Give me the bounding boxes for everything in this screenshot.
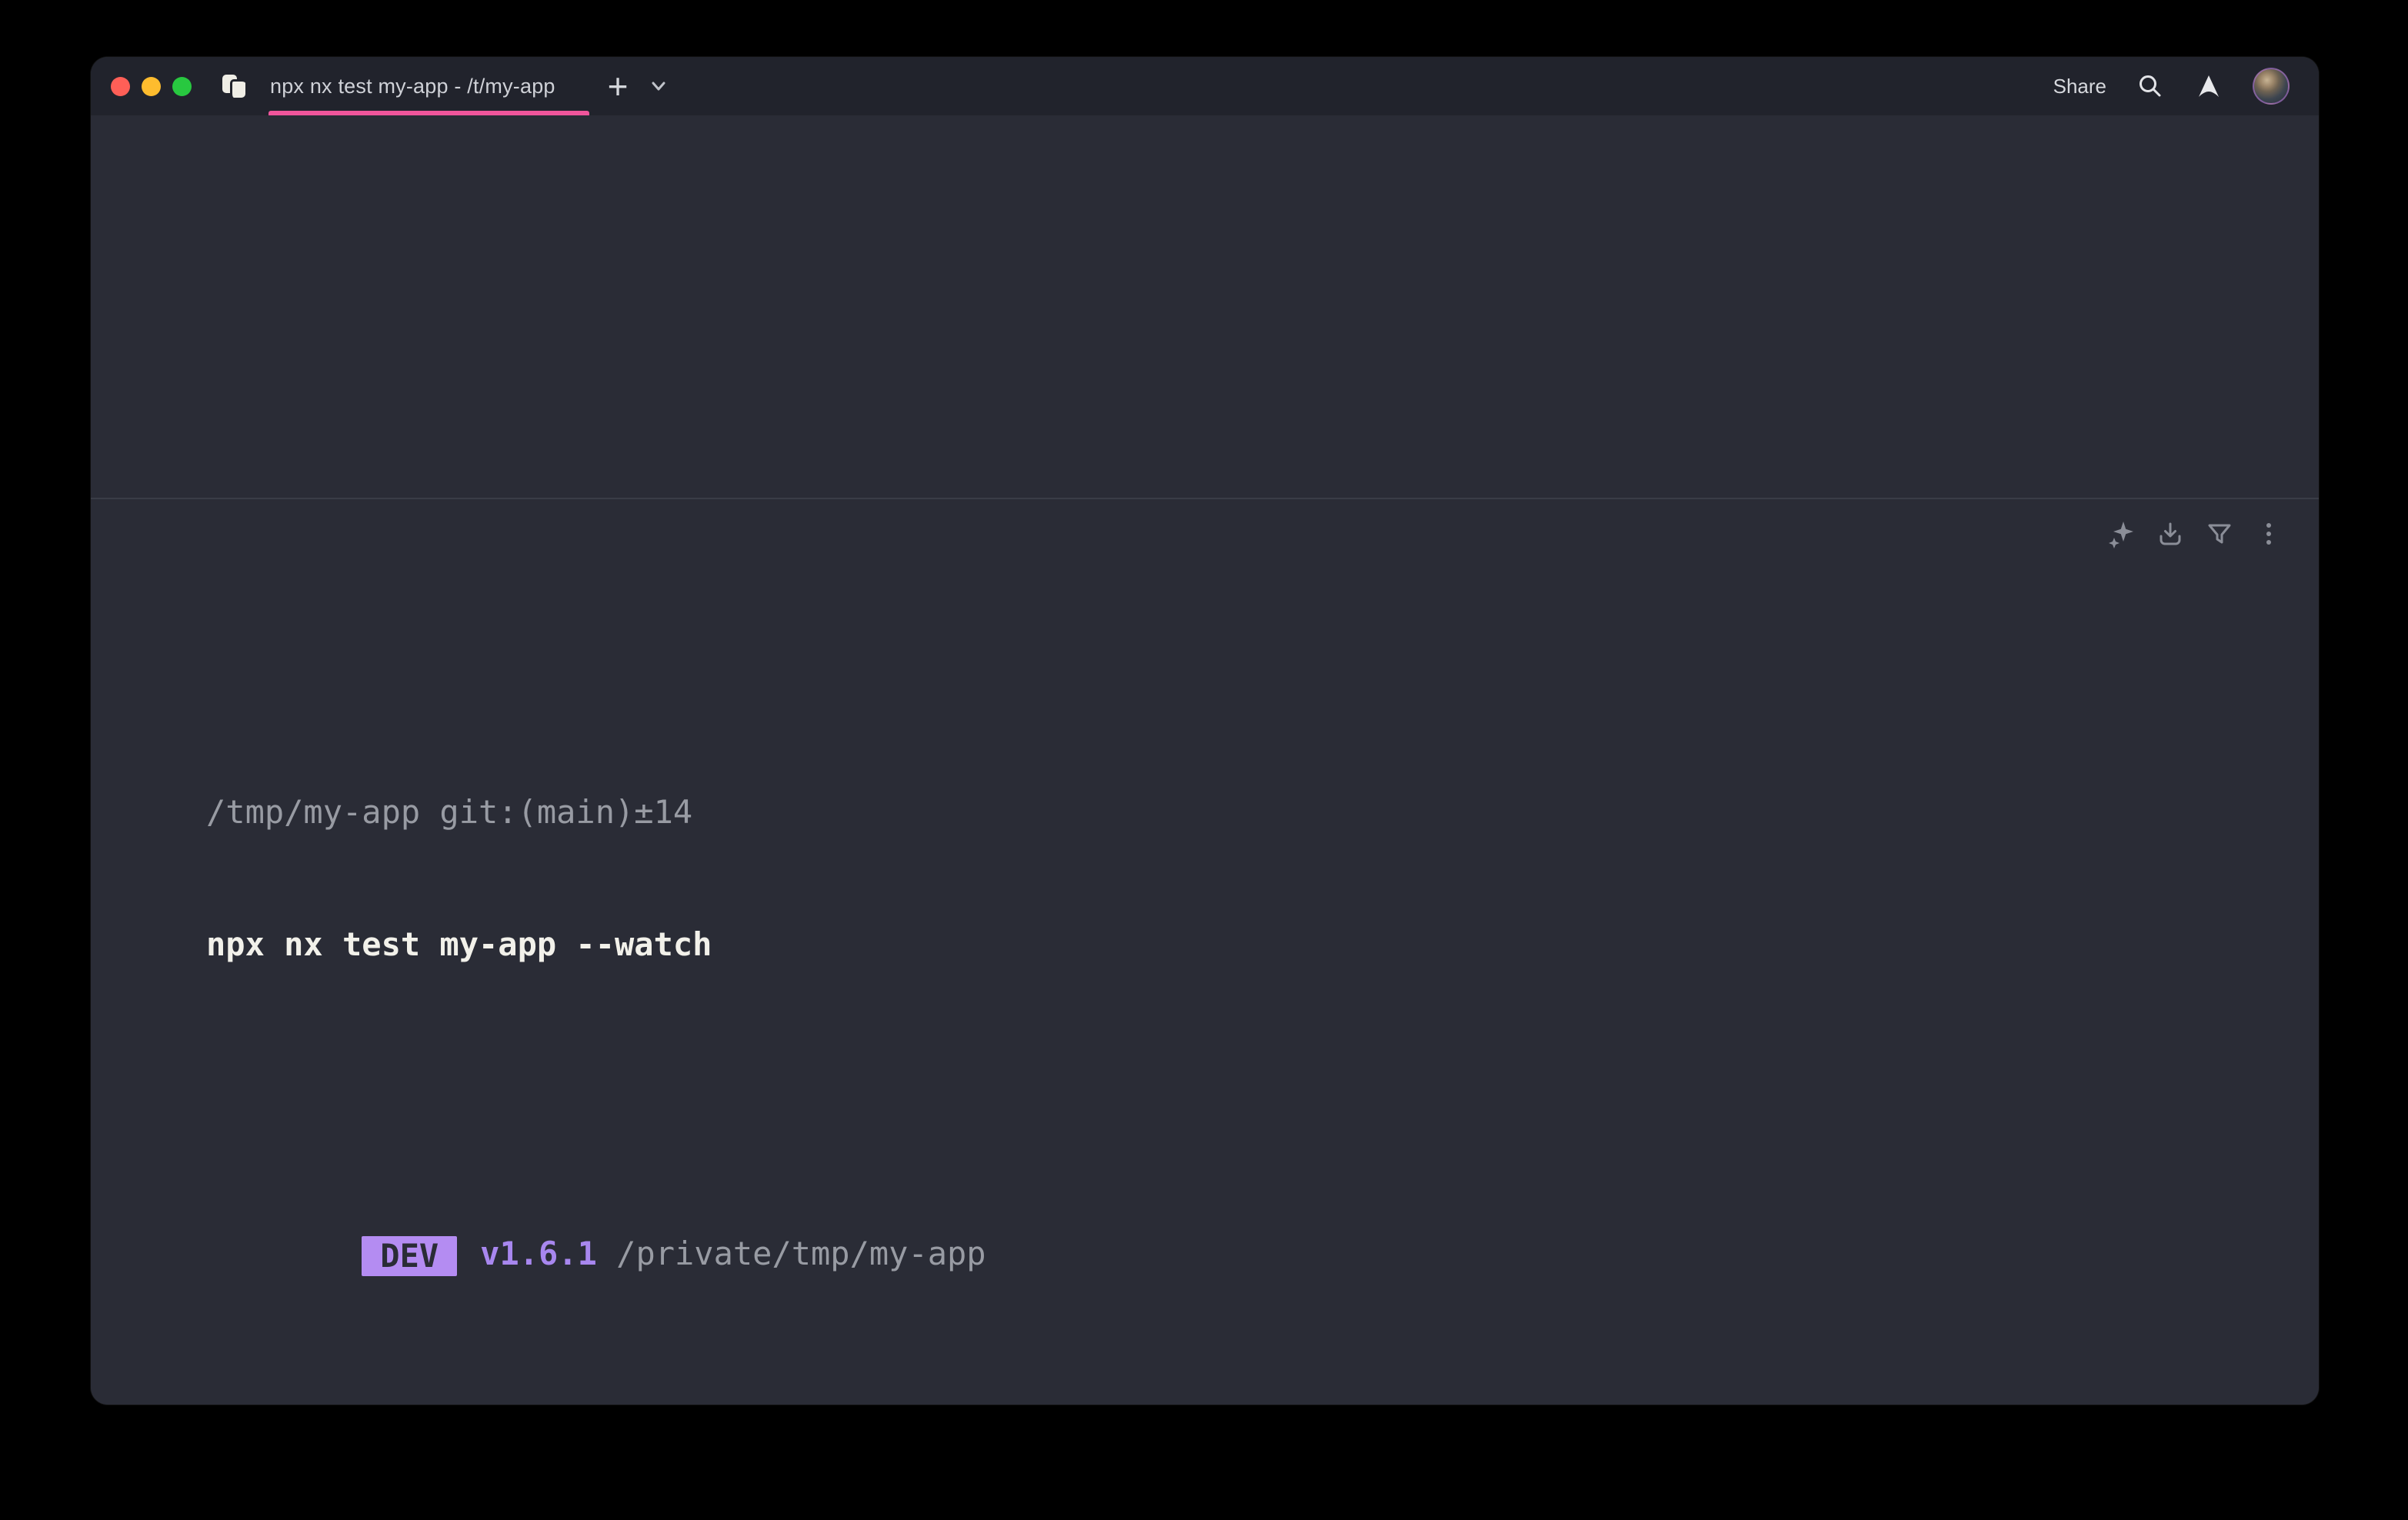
search-icon[interactable] <box>2136 72 2165 101</box>
close-window-button[interactable] <box>111 77 130 96</box>
tab-active[interactable]: npx nx test my-app - /t/my-app <box>222 57 577 115</box>
more-options-kebab-icon[interactable] <box>2254 519 2283 548</box>
scrollback-empty-area <box>91 115 2319 498</box>
command-block: /tmp/my-app git:(main)±14 npx nx test my… <box>91 499 2319 1405</box>
traffic-lights <box>111 77 192 96</box>
vitest-cwd: /private/tmp/my-app <box>597 1235 986 1272</box>
vitest-header-line: DEV v1.6.1 /private/tmp/my-app <box>206 1192 2288 1318</box>
warp-logo-icon[interactable] <box>2194 72 2223 101</box>
dev-badge: DEV <box>362 1236 457 1276</box>
block-action-bar <box>2106 519 2283 548</box>
shell-prompt: /tmp/my-app git:(main)±14 <box>206 792 2288 833</box>
tab-bar: npx nx test my-app - /t/my-app + Share <box>91 57 2319 115</box>
ai-sparkles-icon[interactable] <box>2106 519 2136 548</box>
terminal-content: /tmp/my-app git:(main)±14 npx nx test my… <box>91 115 2319 1405</box>
user-avatar[interactable] <box>2253 68 2290 105</box>
command-text: npx nx test my-app --watch <box>206 924 2288 965</box>
terminal-window: npx nx test my-app - /t/my-app + Share <box>91 57 2319 1405</box>
filter-output-icon[interactable] <box>2205 519 2234 548</box>
vitest-version: v1.6.1 <box>480 1235 597 1272</box>
share-button[interactable]: Share <box>2053 75 2106 98</box>
zoom-window-button[interactable] <box>172 77 192 96</box>
tab-list-chevron-down-icon[interactable] <box>647 75 670 98</box>
download-output-icon[interactable] <box>2156 519 2185 548</box>
minimize-window-button[interactable] <box>142 77 161 96</box>
pages-icon <box>222 73 248 99</box>
new-tab-button[interactable]: + <box>608 68 629 104</box>
tab-title: npx nx test my-app - /t/my-app <box>270 75 555 98</box>
